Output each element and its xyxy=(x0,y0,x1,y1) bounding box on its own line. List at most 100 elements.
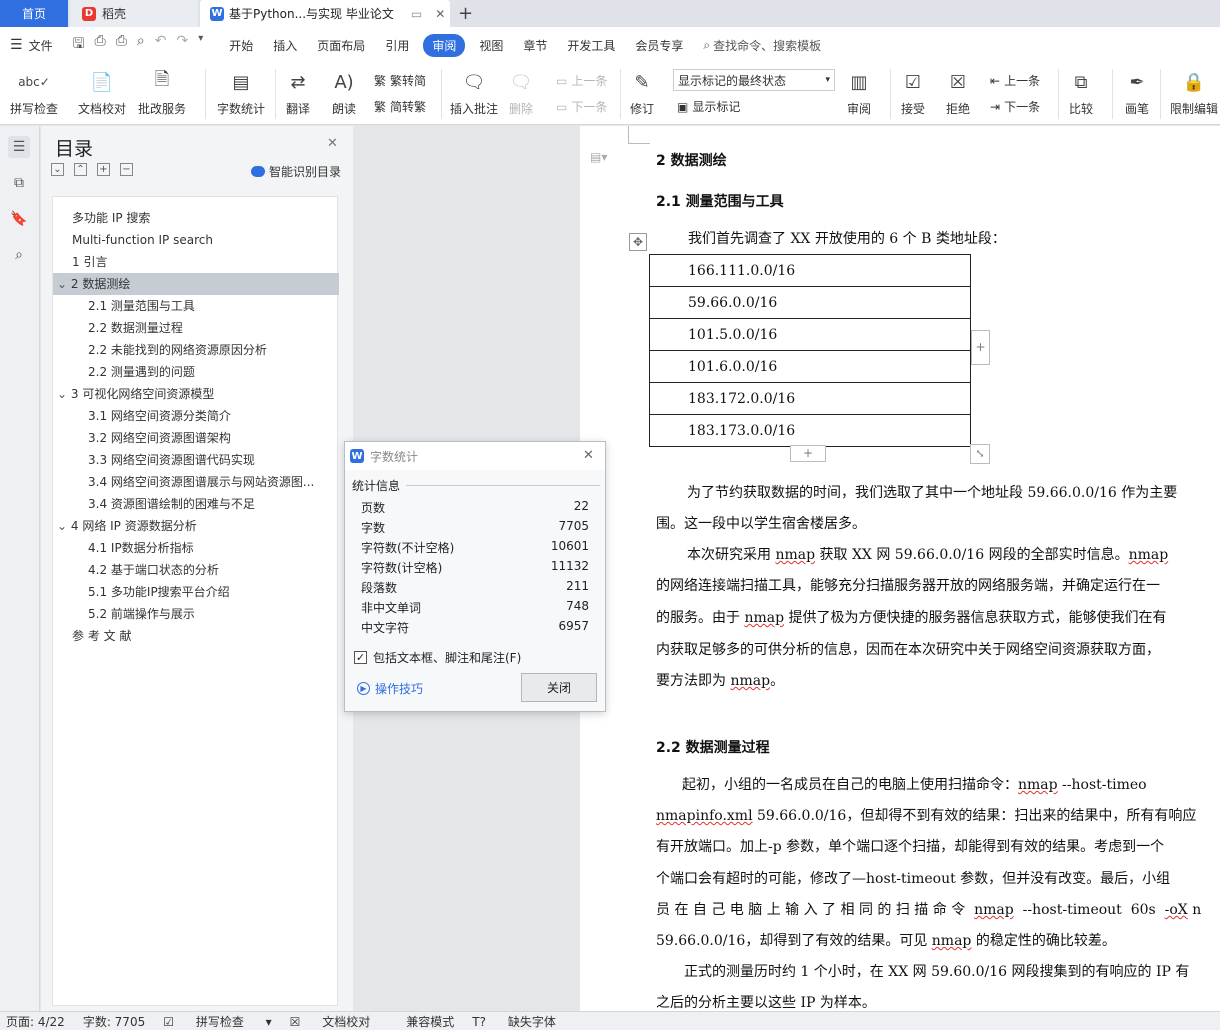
proofread-status[interactable]: ☒ 文档校对 xyxy=(290,1013,389,1030)
add-row-icon[interactable]: + xyxy=(790,445,826,462)
toc-item[interactable]: ⌄ 4 网络 IP 资源数据分析 xyxy=(53,515,339,537)
table-cell[interactable]: 101.6.0.0/16 xyxy=(649,350,971,383)
spellcheck-status[interactable]: ☑ 拼写检查 ▾ xyxy=(163,1013,271,1030)
show-marks-button[interactable]: ▣ 显示标记 xyxy=(677,98,740,115)
proofread-button[interactable]: 📄 文档校对 xyxy=(78,69,126,117)
ip-table[interactable]: 166.111.0.0/16 59.66.0.0/16 101.5.0.0/16 10… xyxy=(649,254,971,447)
menu-tab[interactable]: 视图 xyxy=(469,37,513,54)
spelling-error[interactable]: nmap xyxy=(1129,547,1169,563)
chevron-down-icon[interactable]: ⌄ xyxy=(57,387,71,401)
review-pane-button[interactable]: ▥ 审阅 xyxy=(846,69,872,117)
toc-item[interactable]: 3.4 网络空间资源图谱展示与网站资源图... xyxy=(53,471,339,493)
spelling-error[interactable]: nmap xyxy=(1018,777,1058,793)
include-footnotes-checkbox[interactable]: ✓ 包括文本框、脚注和尾注(F) xyxy=(354,649,521,666)
wordcount-button[interactable]: ▤ 字数统计 xyxy=(217,69,265,117)
toc-item[interactable]: ⌄ 2 数据测绘 xyxy=(53,273,339,295)
simp-to-trad-button[interactable]: 繁简转繁 xyxy=(374,98,426,115)
expand-all-icon[interactable]: ⌄ xyxy=(51,163,64,176)
menu-tab[interactable]: 开发工具 xyxy=(557,37,625,54)
smart-toc-button[interactable]: 智能识别目录 xyxy=(251,163,341,180)
tab-document[interactable]: W 基于Python...与实现 毕业论文 ▭ ✕ xyxy=(200,0,450,27)
toc-item[interactable]: 3.1 网络空间资源分类简介 xyxy=(53,405,339,427)
accept-button[interactable]: ☑ 接受 xyxy=(900,69,926,117)
spellcheck-button[interactable]: abc✓ 拼写检查 xyxy=(10,69,58,117)
print-icon[interactable]: ⎙ xyxy=(116,33,127,57)
insert-comment-button[interactable]: 🗨 插入批注 xyxy=(450,69,498,117)
batch-service-button[interactable]: 🗎 批改服务 xyxy=(138,69,186,117)
toc-item[interactable]: 多功能 IP 搜索 xyxy=(53,207,339,229)
menu-tab[interactable]: 会员专享 xyxy=(625,37,693,54)
page-indicator[interactable]: 页面: 4/22 xyxy=(6,1013,65,1030)
prev-change-button[interactable]: ⇤ 上一条 xyxy=(990,72,1040,89)
read-aloud-button[interactable]: A) 朗读 xyxy=(331,69,357,117)
screen-icon[interactable]: ▭ xyxy=(411,7,422,21)
redo-icon[interactable]: ↷ xyxy=(177,33,189,57)
missing-font-status[interactable]: T? 缺失字体 xyxy=(472,1013,574,1030)
menu-tab[interactable]: 审阅 xyxy=(423,33,466,57)
table-cell[interactable]: 166.111.0.0/16 xyxy=(649,254,971,287)
toc-item[interactable]: 4.1 IP数据分析指标 xyxy=(53,537,339,559)
search-icon[interactable]: ⌕ xyxy=(8,244,30,266)
table-cell[interactable]: 183.173.0.0/16 xyxy=(649,414,971,447)
toc-item[interactable]: 4.2 基于端口状态的分析 xyxy=(53,559,339,581)
export-pdf-icon[interactable]: ⎙ xyxy=(95,33,106,57)
toc-item[interactable]: ⌄ 3 可视化网络空间资源模型 xyxy=(53,383,339,405)
restrict-edit-button[interactable]: 🔒 限制编辑 xyxy=(1170,69,1218,117)
pen-button[interactable]: ✒ 画笔 xyxy=(1124,69,1150,117)
toc-item[interactable]: 2.2 未能找到的网络资源原因分析 xyxy=(53,339,339,361)
dialog-close-icon[interactable]: ✕ xyxy=(583,448,594,463)
spelling-error[interactable]: nmap xyxy=(775,547,815,563)
tips-link[interactable]: ▶ 操作技巧 xyxy=(357,680,423,697)
toc-item[interactable]: 3.2 网络空间资源图谱架构 xyxy=(53,427,339,449)
show-mode-select[interactable]: 显示标记的最终状态 ▾ xyxy=(673,69,835,91)
close-button[interactable]: 关闭 xyxy=(521,673,597,702)
remove-heading-icon[interactable]: − xyxy=(120,163,133,176)
spelling-error[interactable]: nmap xyxy=(974,902,1014,918)
close-panel-icon[interactable]: ✕ xyxy=(327,136,338,151)
add-heading-icon[interactable]: + xyxy=(97,163,110,176)
prev-comment-button[interactable]: ▭ 上一条 xyxy=(556,72,607,89)
tab-daoke[interactable]: D 稻壳 xyxy=(70,0,198,27)
toc-item[interactable]: Multi-function IP search xyxy=(53,229,339,251)
menu-tab[interactable]: 页面布局 xyxy=(307,37,375,54)
dialog-titlebar[interactable]: W 字数统计 ✕ xyxy=(345,442,605,470)
chapter-nav-icon[interactable]: ⧉ xyxy=(8,172,30,194)
close-tab-icon[interactable]: ✕ xyxy=(435,7,445,21)
toc-item[interactable]: 2.2 测量遇到的问题 xyxy=(53,361,339,383)
chevron-down-icon[interactable]: ⌄ xyxy=(57,519,71,533)
trad-to-simp-button[interactable]: 繁繁转简 xyxy=(374,72,426,89)
preview-icon[interactable]: ⌕ xyxy=(137,33,145,57)
bookmark-icon[interactable]: 🔖 xyxy=(8,208,30,230)
menu-tab[interactable]: 开始 xyxy=(219,37,263,54)
search-box[interactable]: ⌕ 查找命令、搜索模板 xyxy=(693,37,831,54)
table-resize-icon[interactable]: ⤡ xyxy=(970,444,990,464)
save-icon[interactable]: 🖫 xyxy=(73,33,85,57)
customize-icon[interactable]: ▾ xyxy=(198,33,203,57)
toc-item[interactable]: 5.1 多功能IP搜索平台介绍 xyxy=(53,581,339,603)
spelling-error[interactable]: nmap xyxy=(744,610,784,626)
delete-comment-button[interactable]: 🗨 删除 xyxy=(508,69,534,117)
word-count-indicator[interactable]: 字数: 7705 xyxy=(83,1013,145,1030)
add-column-icon[interactable]: + xyxy=(971,330,990,365)
tab-home[interactable]: 首页 xyxy=(0,0,68,27)
collapse-all-icon[interactable]: ⌃ xyxy=(74,163,87,176)
reject-button[interactable]: ☒ 拒绝 xyxy=(945,69,971,117)
spelling-error[interactable]: nmapinfo.xml xyxy=(656,808,753,824)
menu-tab[interactable]: 章节 xyxy=(513,37,557,54)
menu-tab[interactable]: 插入 xyxy=(263,37,307,54)
translate-button[interactable]: ⇄ 翻译 xyxy=(285,69,311,117)
table-cell[interactable]: 101.5.0.0/16 xyxy=(649,318,971,351)
new-tab-icon[interactable]: + xyxy=(458,0,473,27)
toc-item[interactable]: 2.1 测量范围与工具 xyxy=(53,295,339,317)
toc-item[interactable]: 1 引言 xyxy=(53,251,339,273)
next-comment-button[interactable]: ▭ 下一条 xyxy=(556,98,607,115)
toc-item[interactable]: 3.3 网络空间资源图谱代码实现 xyxy=(53,449,339,471)
compare-button[interactable]: ⧉ 比较 xyxy=(1068,69,1094,117)
chevron-down-icon[interactable]: ⌄ xyxy=(57,277,71,291)
toc-item[interactable]: 参 考 文 献 xyxy=(53,625,339,647)
paragraph-marker-icon[interactable]: ▤▾ xyxy=(590,150,607,164)
spelling-error[interactable]: -oX xyxy=(1165,902,1188,918)
toc-item[interactable]: 5.2 前端操作与展示 xyxy=(53,603,339,625)
revise-button[interactable]: ✎ 修订 xyxy=(629,69,655,117)
table-move-handle-icon[interactable]: ✥ xyxy=(629,233,647,251)
